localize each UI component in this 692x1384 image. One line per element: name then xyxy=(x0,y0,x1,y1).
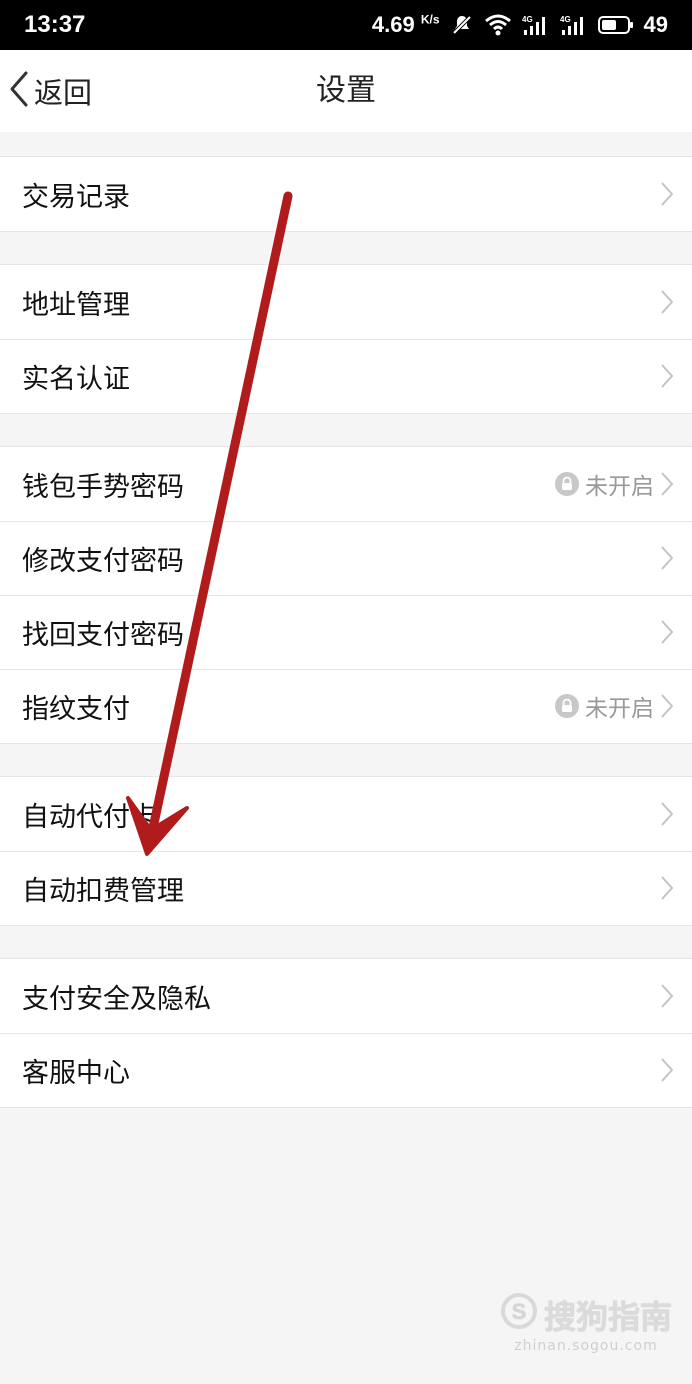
chevron-right-icon xyxy=(660,289,674,315)
row-label: 客服中心 xyxy=(22,1057,130,1089)
chevron-right-icon xyxy=(660,363,674,389)
network-speed-unit: K/s xyxy=(420,12,440,27)
group-transactions: 交易记录 xyxy=(0,156,692,232)
row-right xyxy=(660,983,674,1009)
chevron-right-icon xyxy=(660,693,674,719)
row-wallet-gesture-password[interactable]: 钱包手势密码 未开启 xyxy=(0,447,692,521)
network-speed-value: 4.69 xyxy=(371,12,415,37)
lock-icon xyxy=(555,472,579,496)
row-label: 钱包手势密码 xyxy=(22,471,184,503)
status-time: 13:37 xyxy=(24,11,86,38)
chevron-right-icon xyxy=(660,545,674,571)
row-label: 交易记录 xyxy=(22,181,130,213)
row-label: 自动代付卡 xyxy=(22,801,157,833)
row-recover-payment-password[interactable]: 找回支付密码 xyxy=(0,595,692,669)
row-label: 实名认证 xyxy=(22,363,130,395)
chevron-left-icon xyxy=(8,70,32,112)
chevron-right-icon xyxy=(660,983,674,1009)
row-right: 未开启 xyxy=(555,467,674,501)
row-right xyxy=(660,1057,674,1083)
chevron-right-icon xyxy=(660,875,674,901)
watermark-logo: S 搜狗指南 xyxy=(500,1292,672,1338)
status-right: 4.69 K/s 4G 4G 49 xyxy=(372,12,668,38)
row-right xyxy=(660,181,674,207)
nav-bar: 返回 设置 xyxy=(0,50,692,132)
row-right xyxy=(660,619,674,645)
row-right xyxy=(660,545,674,571)
watermark-brand: 搜狗指南 xyxy=(543,1298,672,1336)
network-speed: 4.69 K/s xyxy=(372,12,440,38)
status-text: 未开启 xyxy=(585,696,654,722)
signal-4g-icon: 4G xyxy=(522,14,550,36)
row-auto-deduction-management[interactable]: 自动扣费管理 xyxy=(0,851,692,925)
status-text: 未开启 xyxy=(585,474,654,500)
signal-4g-icon-2: 4G xyxy=(560,14,588,36)
chevron-right-icon xyxy=(660,471,674,497)
row-label: 支付安全及隐私 xyxy=(22,983,211,1015)
chevron-right-icon xyxy=(660,181,674,207)
svg-text:S: S xyxy=(512,1299,527,1324)
row-label: 指纹支付 xyxy=(22,693,130,725)
row-right xyxy=(660,363,674,389)
group-security: 钱包手势密码 未开启 修改支付密码 找回支付密码 指纹支付 未开启 xyxy=(0,446,692,744)
page-title: 设置 xyxy=(316,73,376,108)
chevron-right-icon xyxy=(660,801,674,827)
row-label: 修改支付密码 xyxy=(22,545,184,577)
svg-text:4G: 4G xyxy=(560,15,571,24)
row-label: 地址管理 xyxy=(22,289,130,321)
group-auto-payment: 自动代付卡 自动扣费管理 xyxy=(0,776,692,926)
mute-icon xyxy=(450,13,474,37)
svg-text:4G: 4G xyxy=(522,15,533,24)
watermark: S 搜狗指南 zhinan.sogou.com xyxy=(500,1292,672,1354)
watermark-url: zhinan.sogou.com xyxy=(514,1338,658,1354)
row-right xyxy=(660,875,674,901)
row-transaction-records[interactable]: 交易记录 xyxy=(0,157,692,231)
row-customer-service[interactable]: 客服中心 xyxy=(0,1033,692,1107)
row-auto-pay-card[interactable]: 自动代付卡 xyxy=(0,777,692,851)
chevron-right-icon xyxy=(660,1057,674,1083)
lock-icon xyxy=(555,694,579,718)
back-button[interactable]: 返回 xyxy=(8,50,92,132)
wifi-icon xyxy=(484,14,512,36)
battery-icon xyxy=(597,15,634,35)
row-right: 未开启 xyxy=(555,689,674,723)
row-fingerprint-payment[interactable]: 指纹支付 未开启 xyxy=(0,669,692,743)
row-payment-security-privacy[interactable]: 支付安全及隐私 xyxy=(0,959,692,1033)
row-real-name-verification[interactable]: 实名认证 xyxy=(0,339,692,413)
row-label: 自动扣费管理 xyxy=(22,875,184,907)
back-label: 返回 xyxy=(34,76,93,110)
row-label: 找回支付密码 xyxy=(22,619,184,651)
group-support: 支付安全及隐私 客服中心 xyxy=(0,958,692,1108)
battery-level: 49 xyxy=(643,12,668,37)
sogou-logo-icon: S xyxy=(500,1292,538,1338)
group-account: 地址管理 实名认证 xyxy=(0,264,692,414)
row-change-payment-password[interactable]: 修改支付密码 xyxy=(0,521,692,595)
settings-list: 交易记录 地址管理 实名认证 钱包手势密码 未开启 修改支付密码 找回支付密码 … xyxy=(0,132,692,1108)
status-bar: 13:37 4.69 K/s 4G 4G 49 xyxy=(0,0,692,50)
row-address-management[interactable]: 地址管理 xyxy=(0,265,692,339)
chevron-right-icon xyxy=(660,619,674,645)
row-right xyxy=(660,289,674,315)
row-right xyxy=(660,801,674,827)
